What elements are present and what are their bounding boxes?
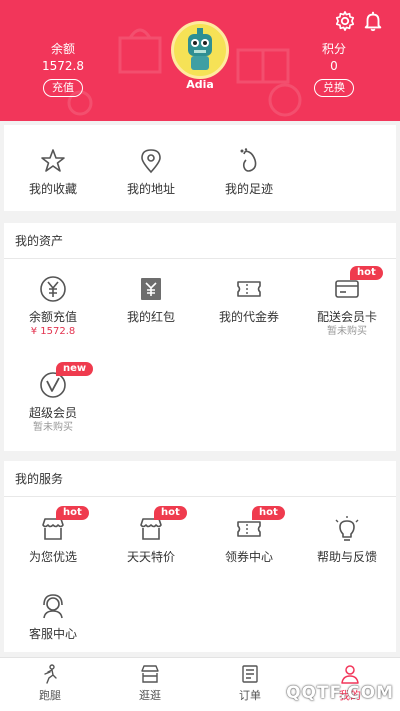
quick-links-card: 我的收藏 我的地址 我的足迹 bbox=[4, 125, 396, 211]
store-icon bbox=[141, 665, 159, 683]
tab-label: 逛逛 bbox=[139, 689, 161, 702]
tab-browse[interactable]: 逛逛 bbox=[100, 664, 200, 703]
asset-label: 余额充值 bbox=[28, 310, 77, 324]
asset-voucher[interactable]: 我的代金券 bbox=[200, 275, 298, 325]
balance-label: 余额 bbox=[50, 42, 75, 56]
decor-bag-icon bbox=[118, 28, 162, 74]
quick-link-favorites[interactable]: 我的收藏 bbox=[4, 147, 102, 197]
assets-card: 我的资产 余额充值 ¥ 1572.8 我的红包 我的代金券 hot 配送会员卡 … bbox=[4, 223, 396, 451]
lightbulb-icon bbox=[335, 516, 359, 541]
avatar[interactable] bbox=[171, 21, 229, 79]
services-card: 我的服务 hot 为您优选 hot 天天特价 hot 领券中心 帮助与反馈 客服… bbox=[4, 461, 396, 652]
hot-badge: hot bbox=[56, 506, 89, 520]
asset-label: 配送会员卡 bbox=[316, 310, 377, 324]
quick-link-label: 我的收藏 bbox=[28, 182, 77, 196]
quick-link-address[interactable]: 我的地址 bbox=[102, 147, 200, 197]
balance-block: 余额 1572.8 充值 bbox=[35, 42, 91, 97]
profile-header: 余额 1572.8 充值 Adia 积分 0 兑换 bbox=[0, 0, 400, 121]
hot-badge: hot bbox=[154, 506, 187, 520]
new-badge: new bbox=[56, 362, 94, 376]
quick-link-label: 我的地址 bbox=[126, 182, 175, 196]
asset-sub: 暂未购买 bbox=[33, 422, 73, 433]
hot-badge: hot bbox=[252, 506, 285, 520]
service-preferred[interactable]: hot 为您优选 bbox=[4, 506, 102, 565]
asset-super-vip[interactable]: new 超级会员 暂未购买 bbox=[4, 362, 102, 434]
service-label: 为您优选 bbox=[28, 550, 77, 564]
quick-link-label: 我的足迹 bbox=[224, 182, 273, 196]
service-label: 帮助与反馈 bbox=[316, 550, 377, 564]
bell-icon[interactable] bbox=[362, 10, 384, 32]
runner-icon bbox=[44, 664, 57, 684]
asset-label: 我的红包 bbox=[126, 310, 175, 324]
balance-value: 1572.8 bbox=[42, 59, 84, 73]
tab-label: 跑腿 bbox=[39, 689, 61, 702]
asset-member-card[interactable]: hot 配送会员卡 暂未购买 bbox=[298, 266, 396, 338]
points-block: 积分 0 兑换 bbox=[306, 42, 362, 97]
asset-label: 我的代金券 bbox=[218, 310, 279, 324]
order-list-icon bbox=[242, 665, 258, 683]
star-icon bbox=[41, 149, 65, 172]
service-label: 天天特价 bbox=[126, 550, 175, 564]
footprint-icon bbox=[240, 148, 257, 172]
watermark: QQTF.COM bbox=[286, 683, 394, 703]
service-coupon-center[interactable]: hot 领券中心 bbox=[200, 506, 298, 565]
assets-title: 我的资产 bbox=[4, 223, 396, 259]
gear-icon[interactable] bbox=[334, 10, 356, 32]
exchange-button[interactable]: 兑换 bbox=[314, 79, 354, 97]
services-title: 我的服务 bbox=[4, 461, 396, 497]
yen-circle-icon bbox=[40, 276, 66, 302]
quick-link-footprints[interactable]: 我的足迹 bbox=[200, 147, 298, 197]
asset-sub: ¥ 1572.8 bbox=[30, 326, 76, 337]
person-icon bbox=[341, 665, 359, 684]
recharge-button[interactable]: 充值 bbox=[43, 79, 83, 97]
service-customer-center[interactable]: 客服中心 bbox=[4, 592, 102, 642]
service-label: 客服中心 bbox=[28, 627, 77, 641]
location-pin-icon bbox=[141, 149, 161, 174]
hot-badge: hot bbox=[350, 266, 383, 280]
voucher-icon bbox=[237, 281, 261, 297]
red-packet-icon bbox=[141, 278, 161, 300]
tab-errand[interactable]: 跑腿 bbox=[0, 664, 100, 703]
tab-orders[interactable]: 订单 bbox=[200, 664, 300, 703]
asset-label: 超级会员 bbox=[28, 406, 77, 420]
tab-label: 订单 bbox=[239, 689, 261, 702]
decor-coin-icon bbox=[268, 83, 302, 117]
service-daily-deals[interactable]: hot 天天特价 bbox=[102, 506, 200, 565]
asset-sub: 暂未购买 bbox=[327, 326, 367, 337]
service-help-feedback[interactable]: 帮助与反馈 bbox=[298, 515, 396, 565]
robot-avatar-icon bbox=[188, 28, 212, 70]
customer-service-icon bbox=[43, 594, 63, 619]
asset-balance-recharge[interactable]: 余额充值 ¥ 1572.8 bbox=[4, 275, 102, 338]
points-label: 积分 bbox=[321, 42, 346, 56]
asset-red-packet[interactable]: 我的红包 bbox=[102, 275, 200, 325]
user-name: Adia bbox=[186, 78, 214, 91]
points-value: 0 bbox=[330, 59, 338, 73]
service-label: 领券中心 bbox=[224, 550, 273, 564]
